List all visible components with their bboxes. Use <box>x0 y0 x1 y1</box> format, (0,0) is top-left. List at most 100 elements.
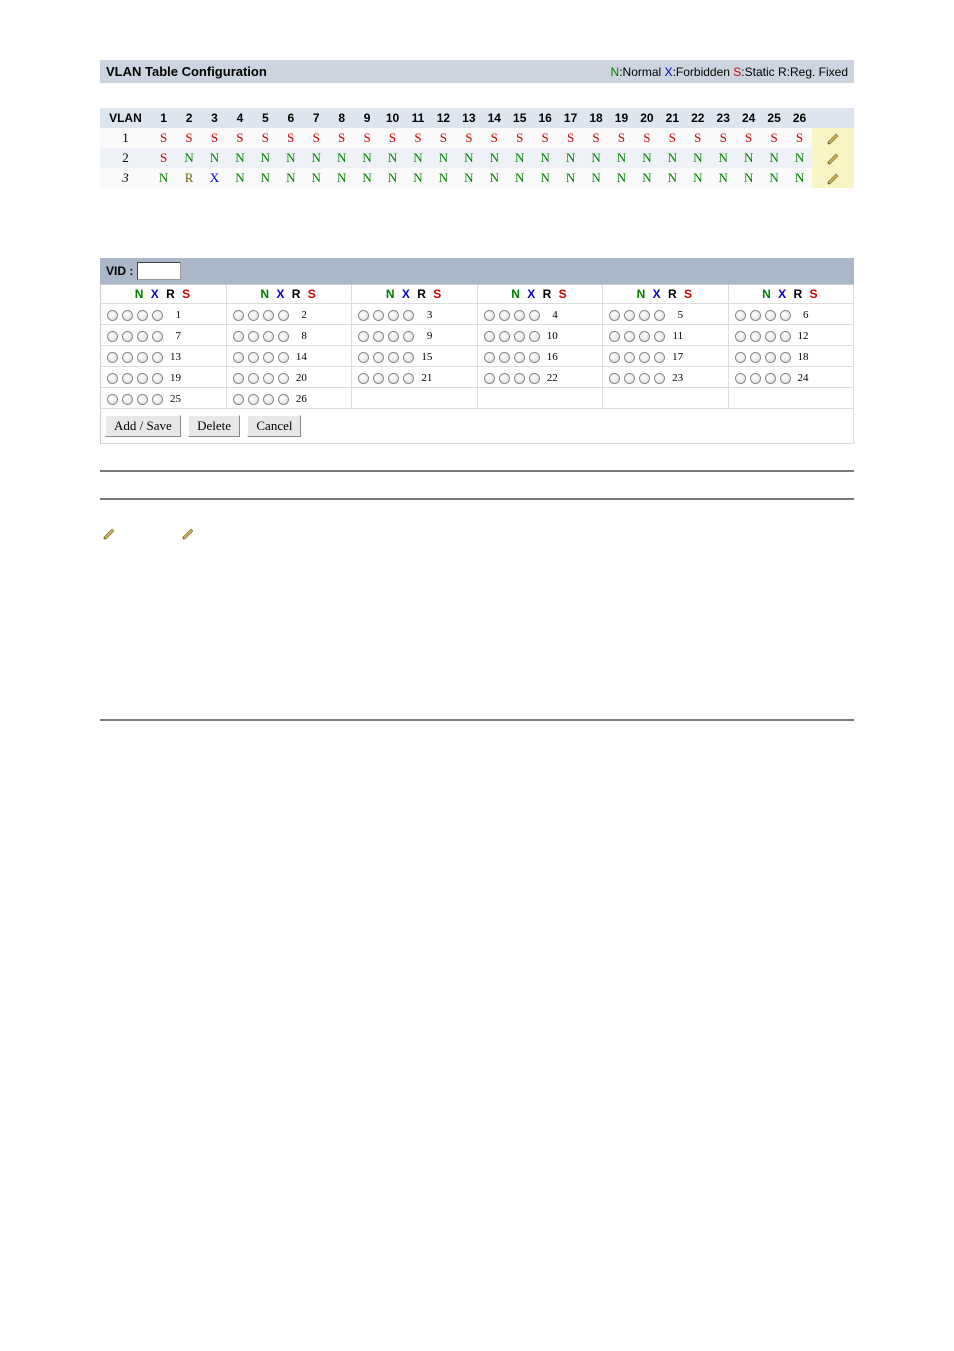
port-radio[interactable] <box>137 331 148 342</box>
port-radio[interactable] <box>233 331 244 342</box>
port-radio[interactable] <box>122 331 133 342</box>
port-radio[interactable] <box>278 373 289 384</box>
port-radio[interactable] <box>373 331 384 342</box>
port-radio[interactable] <box>248 352 259 363</box>
port-radio[interactable] <box>233 373 244 384</box>
port-radio[interactable] <box>499 373 510 384</box>
port-radio[interactable] <box>233 394 244 405</box>
port-radio[interactable] <box>122 310 133 321</box>
port-radio[interactable] <box>137 373 148 384</box>
port-radio[interactable] <box>388 331 399 342</box>
port-radio[interactable] <box>137 310 148 321</box>
port-radio[interactable] <box>278 394 289 405</box>
port-radio[interactable] <box>609 331 620 342</box>
port-radio[interactable] <box>750 331 761 342</box>
port-radio[interactable] <box>735 331 746 342</box>
port-radio[interactable] <box>780 373 791 384</box>
port-radio[interactable] <box>248 331 259 342</box>
port-radio[interactable] <box>484 352 495 363</box>
port-radio[interactable] <box>152 394 163 405</box>
port-radio[interactable] <box>263 310 274 321</box>
port-radio[interactable] <box>514 331 525 342</box>
port-radio[interactable] <box>750 373 761 384</box>
port-radio[interactable] <box>388 352 399 363</box>
port-radio[interactable] <box>639 352 650 363</box>
port-radio[interactable] <box>373 352 384 363</box>
port-radio[interactable] <box>529 310 540 321</box>
port-radio[interactable] <box>107 331 118 342</box>
port-radio[interactable] <box>735 352 746 363</box>
port-radio[interactable] <box>609 352 620 363</box>
port-radio[interactable] <box>233 352 244 363</box>
port-radio[interactable] <box>499 310 510 321</box>
port-radio[interactable] <box>403 310 414 321</box>
port-radio[interactable] <box>278 352 289 363</box>
port-radio[interactable] <box>388 310 399 321</box>
port-radio[interactable] <box>358 352 369 363</box>
port-radio[interactable] <box>529 331 540 342</box>
port-radio[interactable] <box>780 352 791 363</box>
port-radio[interactable] <box>484 310 495 321</box>
port-radio[interactable] <box>624 310 635 321</box>
port-radio[interactable] <box>654 352 665 363</box>
port-radio[interactable] <box>403 331 414 342</box>
port-radio[interactable] <box>278 310 289 321</box>
vid-input[interactable] <box>137 262 181 280</box>
port-radio[interactable] <box>514 352 525 363</box>
port-radio[interactable] <box>263 373 274 384</box>
edit-button[interactable] <box>812 168 854 188</box>
delete-button[interactable]: Delete <box>188 415 240 437</box>
port-radio[interactable] <box>122 352 133 363</box>
add-save-button[interactable]: Add / Save <box>105 415 181 437</box>
cancel-button[interactable]: Cancel <box>247 415 301 437</box>
port-radio[interactable] <box>484 331 495 342</box>
port-radio[interactable] <box>765 352 776 363</box>
port-radio[interactable] <box>639 331 650 342</box>
port-radio[interactable] <box>152 310 163 321</box>
port-radio[interactable] <box>107 394 118 405</box>
port-radio[interactable] <box>137 394 148 405</box>
port-radio[interactable] <box>233 310 244 321</box>
port-radio[interactable] <box>624 373 635 384</box>
port-radio[interactable] <box>484 373 495 384</box>
port-radio[interactable] <box>278 331 289 342</box>
port-radio[interactable] <box>735 373 746 384</box>
edit-button[interactable] <box>812 128 854 148</box>
port-radio[interactable] <box>388 373 399 384</box>
port-radio[interactable] <box>765 310 776 321</box>
port-radio[interactable] <box>358 331 369 342</box>
port-radio[interactable] <box>373 373 384 384</box>
port-radio[interactable] <box>750 310 761 321</box>
port-radio[interactable] <box>263 394 274 405</box>
port-radio[interactable] <box>624 352 635 363</box>
port-radio[interactable] <box>514 373 525 384</box>
port-radio[interactable] <box>152 373 163 384</box>
port-radio[interactable] <box>765 373 776 384</box>
port-radio[interactable] <box>248 394 259 405</box>
port-radio[interactable] <box>152 331 163 342</box>
port-radio[interactable] <box>514 310 525 321</box>
port-radio[interactable] <box>780 310 791 321</box>
port-radio[interactable] <box>122 394 133 405</box>
port-radio[interactable] <box>780 331 791 342</box>
port-radio[interactable] <box>263 331 274 342</box>
port-radio[interactable] <box>403 373 414 384</box>
port-radio[interactable] <box>137 352 148 363</box>
port-radio[interactable] <box>654 331 665 342</box>
port-radio[interactable] <box>122 373 133 384</box>
port-radio[interactable] <box>529 373 540 384</box>
port-radio[interactable] <box>609 373 620 384</box>
port-radio[interactable] <box>263 352 274 363</box>
port-radio[interactable] <box>654 373 665 384</box>
port-radio[interactable] <box>373 310 384 321</box>
port-radio[interactable] <box>358 310 369 321</box>
port-radio[interactable] <box>152 352 163 363</box>
port-radio[interactable] <box>735 310 746 321</box>
port-radio[interactable] <box>358 373 369 384</box>
port-radio[interactable] <box>639 310 650 321</box>
port-radio[interactable] <box>499 331 510 342</box>
port-radio[interactable] <box>765 331 776 342</box>
port-radio[interactable] <box>499 352 510 363</box>
port-radio[interactable] <box>639 373 650 384</box>
port-radio[interactable] <box>248 310 259 321</box>
